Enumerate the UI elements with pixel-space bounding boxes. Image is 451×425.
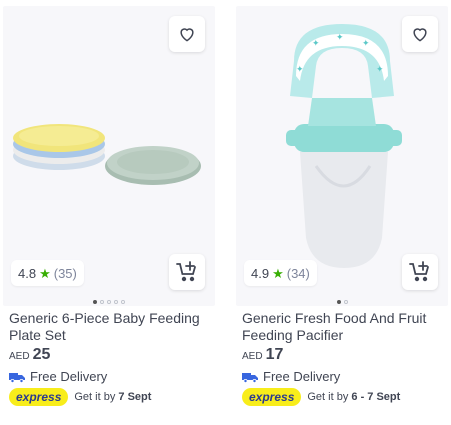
add-to-cart-icon	[176, 261, 196, 282]
svg-text:✦: ✦	[376, 64, 384, 74]
heart-icon	[180, 28, 194, 42]
product-price: AED 17	[242, 346, 283, 364]
product-price: AED 25	[9, 346, 50, 364]
rating-score: 4.8	[18, 265, 37, 281]
carousel-dot[interactable]	[121, 300, 125, 304]
add-to-cart-icon	[409, 261, 429, 282]
free-delivery: Free Delivery	[242, 369, 340, 384]
product-title[interactable]: Generic 6-Piece Baby Feeding Plate Set	[9, 310, 214, 344]
carousel-dot[interactable]	[93, 300, 97, 304]
carousel-dot[interactable]	[343, 300, 348, 304]
get-it-prefix: Get it by	[74, 391, 116, 403]
svg-text:✦: ✦	[296, 64, 304, 74]
star-icon: ★	[39, 265, 51, 281]
heart-icon	[413, 28, 427, 42]
svg-text:✦: ✦	[312, 38, 320, 48]
delivery-label: Free Delivery	[263, 369, 341, 384]
free-delivery: Free Delivery	[9, 369, 107, 384]
rating-count: (34)	[286, 265, 310, 281]
add-to-cart-button[interactable]	[169, 254, 205, 290]
wishlist-button[interactable]	[169, 16, 205, 52]
svg-text:✦: ✦	[336, 32, 344, 42]
rating-count: (35)	[53, 265, 77, 281]
delivery-estimate: Get it by 7 Sept	[74, 391, 151, 403]
express-delivery: express Get it by 6 - 7 Sept	[242, 388, 400, 406]
product-card[interactable]: 4.8 ★ (35) Generic 6-Piece Baby Feeding …	[3, 0, 215, 425]
get-it-date: 7 Sept	[118, 391, 152, 403]
get-it-prefix: Get it by	[307, 391, 349, 403]
price-currency: AED	[242, 351, 263, 362]
image-carousel-dots	[3, 300, 215, 304]
product-image-area[interactable]: 4.8 ★ (35)	[3, 6, 215, 306]
express-delivery: express Get it by 7 Sept	[9, 388, 151, 406]
get-it-date: 6 - 7 Sept	[351, 391, 401, 403]
express-badge: express	[242, 388, 302, 406]
delivery-label: Free Delivery	[30, 369, 108, 384]
delivery-estimate: Get it by 6 - 7 Sept	[307, 391, 400, 403]
add-to-cart-button[interactable]	[402, 254, 438, 290]
svg-text:✦: ✦	[362, 38, 370, 48]
express-badge: express	[9, 388, 69, 406]
rating-badge: 4.8 ★ (35)	[11, 260, 84, 286]
truck-icon	[9, 372, 25, 383]
carousel-dot[interactable]	[107, 300, 111, 304]
rating-badge: 4.9 ★ (34)	[244, 260, 317, 286]
carousel-dot[interactable]	[100, 300, 104, 304]
product-title[interactable]: Generic Fresh Food And Fruit Feeding Pac…	[242, 310, 447, 344]
price-currency: AED	[9, 351, 30, 362]
price-amount: 25	[32, 346, 51, 363]
wishlist-button[interactable]	[402, 16, 438, 52]
price-amount: 17	[265, 346, 284, 363]
product-image-area[interactable]: ✦ ✦ ✦ ✦ ✦ 4.9 ★ (34)	[236, 6, 448, 306]
truck-icon	[242, 372, 258, 383]
product-card[interactable]: ✦ ✦ ✦ ✦ ✦ 4.9 ★ (34) Generic Fresh Food …	[236, 0, 448, 425]
rating-score: 4.9	[251, 265, 270, 281]
carousel-dot[interactable]	[114, 300, 118, 304]
carousel-dot[interactable]	[336, 300, 341, 304]
star-icon: ★	[272, 265, 284, 281]
image-carousel-dots	[236, 300, 448, 304]
